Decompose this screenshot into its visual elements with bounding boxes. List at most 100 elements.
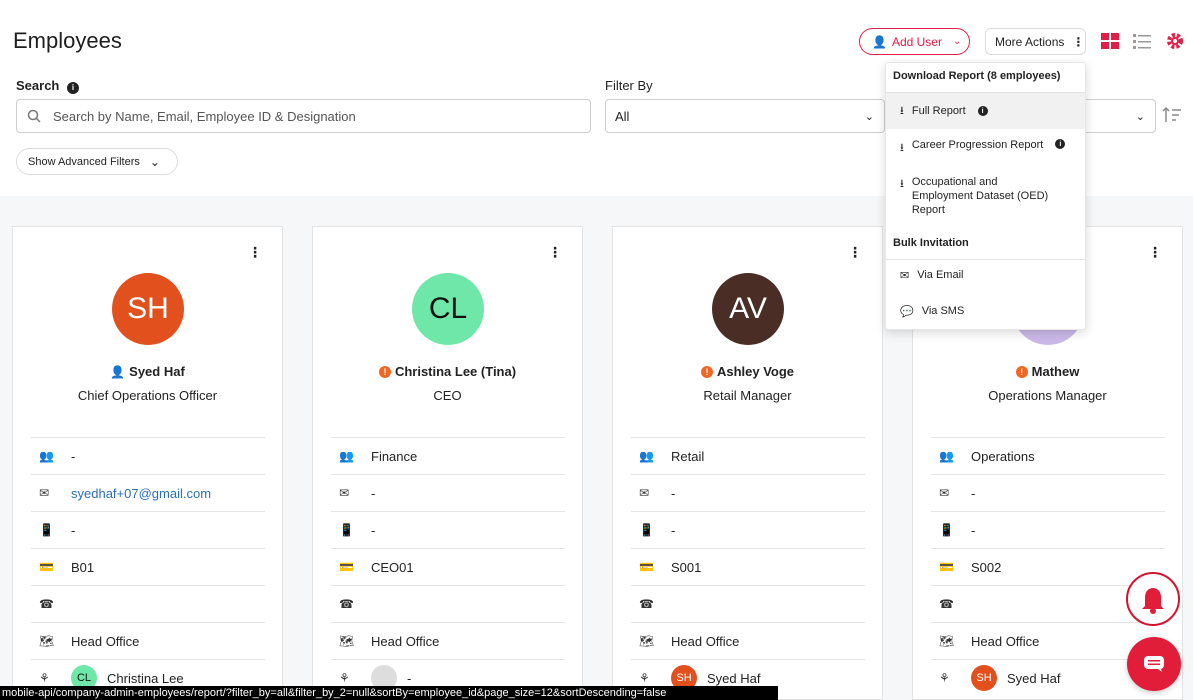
advanced-filters-button[interactable]: Show Advanced Filters ⌄ [16, 148, 178, 175]
people-icon: 👥 [639, 449, 654, 463]
card-row-tel: ☎ [331, 585, 565, 622]
envelope-icon: ✉ [639, 486, 650, 500]
employee-name[interactable]: ! Mathew [913, 364, 1182, 379]
chevron-down-icon: ⌄ [149, 154, 160, 169]
search-icon [27, 109, 41, 123]
card-row-id: 💳 CEO01 [331, 548, 565, 585]
mobile-icon: 📱 [339, 523, 354, 537]
card-menu-icon[interactable]: ⋮ [548, 245, 562, 259]
via-email-label: Via Email [917, 269, 964, 281]
org-chart-icon: ⚘ [339, 671, 350, 685]
chevron-down-icon: ⌄ [864, 110, 874, 123]
via-sms-label: Via SMS [921, 305, 965, 317]
employee-name[interactable]: ! Ashley Voge [613, 364, 882, 379]
chat-icon [1144, 656, 1164, 672]
chat-button[interactable] [1127, 637, 1181, 691]
kebab-icon: ⋮ [1072, 34, 1085, 49]
card-row-email: ✉ - [331, 474, 565, 511]
card-row-phone: 📱 - [931, 511, 1165, 548]
org-chart-icon: ⚘ [39, 671, 50, 685]
email-value[interactable]: syedhaf+07@gmail.com [71, 486, 211, 501]
chevron-down-icon: ⌄ [952, 36, 962, 47]
filter-value: All [615, 108, 630, 124]
search-input[interactable]: Search by Name, Email, Employee ID & Des… [16, 99, 591, 133]
employee-role: Chief Operations Officer [77, 388, 218, 403]
chat-bubble-icon: 💬 [900, 306, 914, 318]
download-icon: ⭳ [900, 104, 904, 117]
phone-icon: ☎ [39, 597, 54, 611]
email-value: - [971, 485, 976, 501]
card-row-phone: 📱 - [31, 511, 265, 548]
grid-view-icon[interactable] [1100, 32, 1120, 50]
menu-item-full-report[interactable]: ⭳ Full Report i [886, 93, 1085, 129]
bell-icon [1142, 588, 1164, 614]
card-menu-icon[interactable]: ⋮ [848, 245, 862, 259]
card-row-id: 💳 S002 [931, 548, 1165, 585]
avatar: SH [112, 273, 184, 345]
more-actions-button[interactable]: More Actions ⋮ [985, 28, 1086, 55]
gear-icon[interactable] [1165, 31, 1185, 51]
card-row-location: 🗺 Head Office [631, 622, 865, 659]
chevron-down-icon: ⌄ [1135, 110, 1145, 123]
manager-name: Syed Haf [1007, 670, 1061, 686]
card-row-location: 🗺 Head Office [331, 622, 565, 659]
bulk-invitation-heading: Bulk Invitation [893, 237, 969, 249]
page-title: Employees [13, 28, 122, 53]
menu-item-via-email[interactable]: ✉ Via Email [886, 269, 1085, 282]
envelope-icon: ✉ [39, 486, 50, 500]
mobile-icon: 📱 [939, 523, 954, 537]
employee-card[interactable]: ⋮ SH 👤 Syed Haf Chief Operations Officer 👥 -… [12, 226, 283, 700]
add-user-label: Add User [891, 34, 942, 49]
employee-name[interactable]: ! Christina Lee (Tina) [313, 364, 582, 379]
oed-label-2: Employment Dataset (OED) [911, 190, 1049, 202]
org-chart-icon: ⚘ [639, 671, 650, 685]
warning-icon: ! [1015, 365, 1028, 378]
id-value: S002 [971, 559, 1002, 575]
people-icon: 👥 [939, 449, 954, 463]
menu-item-career-report[interactable]: ⭳ Career Progression Report i [886, 139, 1085, 158]
manager-avatar: SH [971, 665, 997, 691]
search-label: Search i [16, 78, 79, 94]
more-actions-label: More Actions [995, 34, 1065, 49]
list-view-icon[interactable] [1132, 32, 1152, 50]
warning-icon: ! [378, 365, 391, 378]
filter-select[interactable]: All ⌄ [605, 99, 885, 133]
id-card-icon: 💳 [39, 560, 54, 574]
dept-value: Operations [971, 448, 1035, 464]
phone-icon: ☎ [639, 597, 654, 611]
phone-value: - [671, 522, 676, 538]
people-icon: 👥 [339, 449, 354, 463]
people-icon: 👥 [39, 449, 54, 463]
employee-name[interactable]: 👤 Syed Haf [13, 364, 282, 379]
dept-value: Retail [671, 448, 705, 464]
full-report-label: Full Report [911, 105, 966, 117]
menu-item-oed-report[interactable]: ⭳ Occupational and Employment Dataset (O… [886, 175, 1085, 217]
phone-icon: ☎ [939, 597, 954, 611]
employee-card[interactable]: ⋮ AV ! Ashley Voge Retail Manager 👥 Retail ✉… [612, 226, 883, 700]
employee-card[interactable]: ⋮ CL ! Christina Lee (Tina) CEO 👥 Finance ✉ … [312, 226, 583, 700]
card-row-location: 🗺 Head Office [31, 622, 265, 659]
phone-value: - [71, 522, 76, 538]
add-user-button[interactable]: 👤 Add User ⌄ [859, 28, 970, 55]
location-value: Head Office [371, 633, 440, 649]
card-row-email: ✉ syedhaf+07@gmail.com [31, 474, 265, 511]
card-menu-icon[interactable]: ⋮ [248, 245, 262, 259]
id-card-icon: 💳 [639, 560, 654, 574]
download-report-heading: Download Report (8 employees) [893, 70, 1061, 82]
oed-label-1: Occupational and [911, 176, 998, 188]
menu-item-via-sms[interactable]: 💬 Via SMS [886, 305, 1085, 318]
sort-icon[interactable] [1162, 106, 1182, 124]
card-menu-icon[interactable]: ⋮ [1148, 245, 1162, 259]
id-card-icon: 💳 [939, 560, 954, 574]
sort-select[interactable]: ⌄ [1080, 99, 1156, 133]
more-actions-menu: Download Report (8 employees) ⭳ Full Rep… [885, 62, 1086, 330]
mobile-icon: 📱 [39, 523, 54, 537]
location-icon: 🗺 [339, 634, 355, 648]
id-value: CEO01 [371, 559, 414, 575]
notification-bell-button[interactable] [1126, 572, 1180, 626]
download-icon: ⭳ [900, 142, 904, 154]
warning-icon: ! [700, 365, 713, 378]
card-row-phone: 📱 - [331, 511, 565, 548]
info-icon: i [1055, 139, 1066, 149]
manager-name: Syed Haf [707, 670, 761, 686]
